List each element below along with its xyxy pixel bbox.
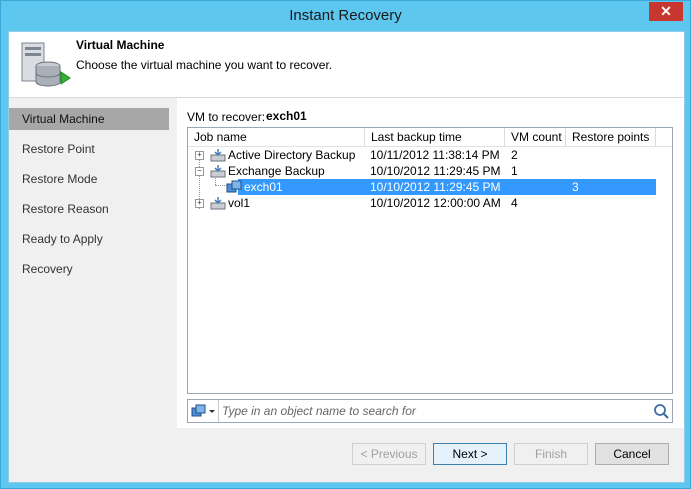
search-button[interactable] — [650, 400, 672, 422]
previous-button[interactable]: < Previous — [352, 443, 426, 465]
wizard-footer: < Previous Next > Finish Cancel — [177, 428, 684, 482]
backup-jobs-tree-grid[interactable]: Job name Last backup time VM count Resto… — [187, 127, 673, 394]
header-title: Virtual Machine — [76, 38, 165, 52]
vm-to-recover-value: exch01 — [266, 109, 307, 123]
column-header-last-backup-time[interactable]: Last backup time — [365, 128, 505, 146]
wizard-steps-nav: Virtual Machine Restore Point Restore Mo… — [9, 98, 177, 482]
column-header-restore-points[interactable]: Restore points — [566, 128, 656, 146]
table-row[interactable]: − Exchange Backup 10/10/2012 11:29:45 PM… — [188, 163, 672, 179]
vm-count: 4 — [511, 196, 518, 210]
server-database-icon — [21, 42, 71, 87]
nav-step-recovery[interactable]: Recovery — [9, 258, 169, 280]
restore-points: 3 — [572, 180, 579, 194]
nav-step-virtual-machine[interactable]: Virtual Machine — [9, 108, 169, 130]
vm-count: 1 — [511, 164, 518, 178]
grid-header: Job name Last backup time VM count Resto… — [188, 128, 672, 147]
last-backup-time: 10/11/2012 11:38:14 PM — [370, 148, 500, 162]
job-name: vol1 — [228, 196, 251, 210]
table-row[interactable]: + vol1 10/10/2012 12:00:00 AM 4 — [188, 195, 672, 211]
vm-type-dropdown-icon — [191, 404, 215, 417]
backup-job-icon — [210, 149, 226, 162]
object-search-bar — [187, 399, 673, 423]
vm-name: exch01 — [244, 180, 283, 194]
dialog-client: Virtual Machine Choose the virtual machi… — [8, 31, 685, 483]
object-type-dropdown[interactable] — [188, 400, 219, 422]
next-button[interactable]: Next > — [433, 443, 507, 465]
instant-recovery-window: Instant Recovery ✕ Virtual Machine Choos… — [0, 0, 691, 489]
job-name: Active Directory Backup — [228, 148, 356, 162]
backup-job-icon — [210, 165, 226, 178]
nav-step-ready-to-apply[interactable]: Ready to Apply — [9, 228, 169, 250]
window-title: Instant Recovery — [289, 7, 402, 24]
vm-count: 2 — [511, 148, 518, 162]
last-backup-time: 10/10/2012 11:29:45 PM — [370, 164, 501, 178]
column-header-vm-count[interactable]: VM count — [505, 128, 566, 146]
virtual-machine-icon — [226, 180, 242, 193]
header-description: Choose the virtual machine you want to r… — [76, 58, 333, 72]
last-backup-time: 10/10/2012 11:29:45 PM — [370, 180, 501, 194]
last-backup-time: 10/10/2012 12:00:00 AM — [370, 196, 501, 210]
expand-toggle-icon[interactable]: + — [195, 151, 204, 160]
table-row-selected[interactable]: exch01 10/10/2012 11:29:45 PM 3 — [188, 179, 672, 195]
backup-job-icon — [210, 197, 226, 210]
vm-to-recover-label: VM to recover: — [187, 110, 266, 124]
column-header-job-name[interactable]: Job name — [188, 128, 365, 146]
close-button[interactable]: ✕ — [649, 2, 683, 21]
wizard-content: VM to recover: exch01 Job name Last back… — [177, 98, 684, 428]
nav-step-restore-point[interactable]: Restore Point — [9, 138, 169, 160]
search-icon — [654, 404, 669, 419]
nav-step-restore-mode[interactable]: Restore Mode — [9, 168, 169, 190]
expand-toggle-icon[interactable]: + — [195, 199, 204, 208]
table-row[interactable]: + Active Directory Backup 10/11/2012 11:… — [188, 147, 672, 163]
job-name: Exchange Backup — [228, 164, 325, 178]
search-input[interactable] — [222, 401, 642, 420]
collapse-toggle-icon[interactable]: − — [195, 167, 204, 176]
nav-step-restore-reason[interactable]: Restore Reason — [9, 198, 169, 220]
title-bar: Instant Recovery ✕ — [1, 1, 690, 31]
cancel-button[interactable]: Cancel — [595, 443, 669, 465]
finish-button[interactable]: Finish — [514, 443, 588, 465]
wizard-header: Virtual Machine Choose the virtual machi… — [9, 32, 684, 98]
